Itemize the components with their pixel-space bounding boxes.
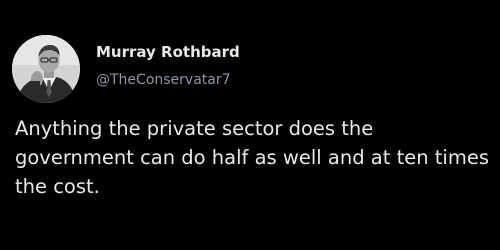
author-display-name[interactable]: Murray Rothbard	[96, 42, 240, 62]
tweet-header: Murray Rothbard @TheConservatar7	[12, 35, 240, 103]
avatar[interactable]	[12, 35, 80, 103]
profile-photo-icon	[12, 35, 80, 103]
tweet-text: Anything the private sector does the gov…	[15, 117, 489, 198]
tweet-card: Murray Rothbard @TheConservatar7 Anythin…	[0, 0, 500, 250]
author-handle[interactable]: @TheConservatar7	[96, 70, 240, 90]
author-names: Murray Rothbard @TheConservatar7	[96, 42, 240, 90]
